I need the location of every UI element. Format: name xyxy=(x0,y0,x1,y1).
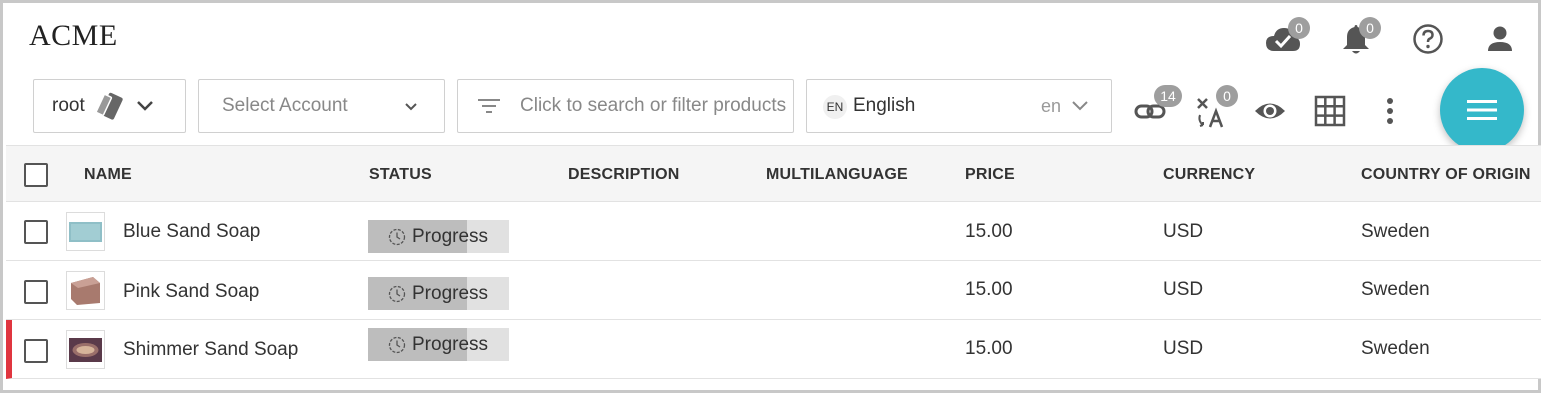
chevron-down-icon xyxy=(1071,100,1089,112)
product-thumbnail xyxy=(66,212,105,251)
language-code: en xyxy=(1040,95,1061,116)
currency-value: USD xyxy=(1163,279,1204,300)
language-select[interactable]: EN English en xyxy=(806,79,1112,133)
country-value: Sweden xyxy=(1361,338,1430,359)
currency-value: USD xyxy=(1163,221,1204,242)
product-search-input[interactable]: Click to search or filter products xyxy=(457,79,794,133)
filter-icon xyxy=(478,98,500,114)
status-label: Progress xyxy=(412,225,489,247)
clock-icon xyxy=(388,228,406,246)
column-header-name[interactable]: NAME xyxy=(84,166,132,184)
eye-icon[interactable] xyxy=(1248,89,1292,133)
table-row[interactable]: Shimmer Sand Soap Progress 15.00 USD Swe… xyxy=(6,320,1541,379)
language-code-badge: EN xyxy=(823,95,847,119)
product-thumbnail xyxy=(66,330,105,369)
row-checkbox[interactable] xyxy=(24,220,48,244)
product-thumbnail xyxy=(66,271,105,310)
tag-icon xyxy=(95,90,127,122)
column-header-status[interactable]: STATUS xyxy=(369,166,432,184)
clock-icon xyxy=(388,285,406,303)
link-icon[interactable]: 14 xyxy=(1129,85,1182,133)
row-checkbox[interactable] xyxy=(24,280,48,304)
column-header-currency[interactable]: CURRENCY xyxy=(1163,166,1255,184)
language-label: English xyxy=(853,95,916,116)
country-value: Sweden xyxy=(1361,221,1430,242)
translate-icon[interactable]: 0 xyxy=(1189,85,1238,133)
select-all-checkbox[interactable] xyxy=(24,163,48,187)
currency-value: USD xyxy=(1163,338,1204,359)
status-label: Progress xyxy=(412,282,489,304)
product-name[interactable]: Shimmer Sand Soap xyxy=(123,339,298,361)
root-label: root xyxy=(52,95,85,116)
price-value: 15.00 xyxy=(965,221,1013,242)
column-header-multilanguage[interactable]: MULTILANGUAGE xyxy=(766,166,908,184)
sync-count-badge: 0 xyxy=(1288,17,1310,39)
country-value: Sweden xyxy=(1361,279,1430,300)
main-menu-fab[interactable] xyxy=(1440,68,1524,152)
menu-icon xyxy=(1467,99,1497,121)
root-selector[interactable]: root xyxy=(33,79,186,133)
row-checkbox[interactable] xyxy=(24,339,48,363)
link-count-badge: 14 xyxy=(1154,85,1182,107)
more-vertical-icon[interactable] xyxy=(1368,89,1412,133)
table-row[interactable]: Blue Sand Soap Progress 15.00 USD Sweden xyxy=(6,202,1541,261)
table-row[interactable]: Pink Sand Soap Progress 15.00 USD Sweden xyxy=(6,261,1541,320)
account-select-placeholder: Select Account xyxy=(222,95,348,116)
user-icon[interactable] xyxy=(1480,19,1520,59)
bell-icon[interactable]: 0 xyxy=(1336,17,1381,59)
status-badge[interactable]: Progress xyxy=(368,277,509,310)
notification-count-badge: 0 xyxy=(1359,17,1381,39)
search-placeholder: Click to search or filter products xyxy=(520,95,787,116)
column-header-description[interactable]: DESCRIPTION xyxy=(568,166,680,184)
column-header-price[interactable]: PRICE xyxy=(965,166,1015,184)
help-icon[interactable] xyxy=(1408,19,1448,59)
chevron-down-icon xyxy=(135,99,155,113)
cloud-check-icon[interactable]: 0 xyxy=(1263,17,1310,59)
price-value: 15.00 xyxy=(965,279,1013,300)
table-header: NAME STATUS DESCRIPTION MULTILANGUAGE PR… xyxy=(6,145,1541,202)
status-label: Progress xyxy=(412,333,489,355)
chevron-down-icon xyxy=(404,102,418,112)
status-badge[interactable]: Progress xyxy=(368,328,509,361)
translate-count-badge: 0 xyxy=(1216,85,1238,107)
clock-icon xyxy=(388,336,406,354)
product-name[interactable]: Pink Sand Soap xyxy=(123,281,259,303)
price-value: 15.00 xyxy=(965,338,1013,359)
column-header-country-of-origin[interactable]: COUNTRY OF ORIGIN xyxy=(1361,166,1531,184)
app-title: ACME xyxy=(29,19,118,52)
app-frame: ACME 0 0 root Select Account Click to se… xyxy=(0,0,1541,393)
product-name[interactable]: Blue Sand Soap xyxy=(123,221,260,243)
status-badge[interactable]: Progress xyxy=(368,220,509,253)
grid-view-icon[interactable] xyxy=(1308,89,1352,133)
account-select[interactable]: Select Account xyxy=(198,79,445,133)
